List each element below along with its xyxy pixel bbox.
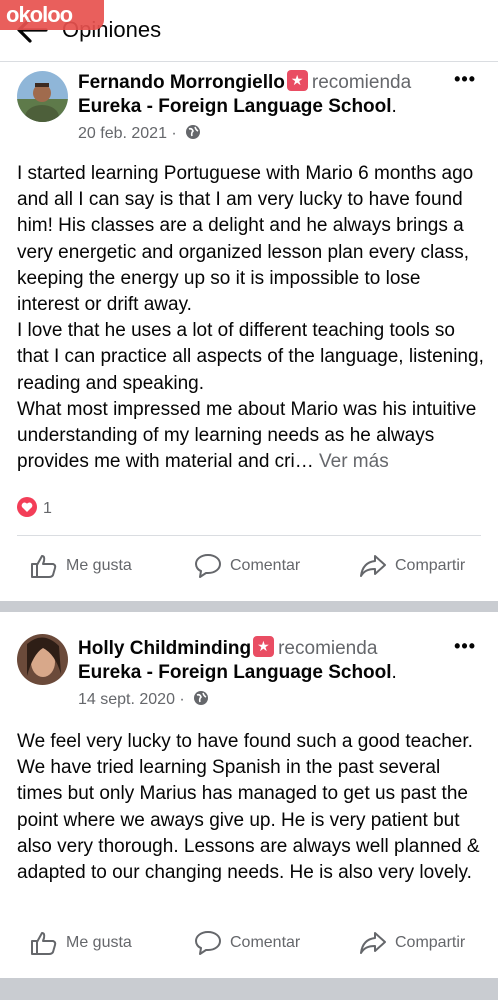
like-label: Me gusta	[66, 557, 132, 574]
watermark-logo: okoloo	[0, 0, 104, 30]
review-paragraph-text: What most impressed me about Mario was h…	[17, 398, 477, 473]
share-button[interactable]: Compartir	[359, 923, 465, 963]
action-bar: Me gusta Comentar Compartir	[0, 923, 498, 963]
more-options-icon[interactable]: •••	[454, 69, 476, 90]
review-text: We feel very lucky to have found such a …	[17, 729, 487, 886]
review-paragraph: What most impressed me about Mario was h…	[17, 397, 487, 476]
share-icon	[360, 932, 386, 954]
post-date[interactable]: 14 sept. 2020	[78, 691, 175, 708]
comment-icon	[195, 554, 221, 578]
divider	[17, 535, 481, 536]
globe-icon	[194, 691, 209, 705]
review-paragraph: I love that he uses a lot of different t…	[17, 320, 484, 394]
share-label: Compartir	[395, 934, 466, 951]
author-name[interactable]: Fernando Morrongiello	[78, 72, 285, 93]
like-button[interactable]: Me gusta	[30, 923, 132, 963]
thumbs-up-icon	[31, 932, 57, 955]
page-name-line: Eureka - Foreign Language School.	[78, 662, 397, 683]
page-name-link[interactable]: Eureka - Foreign Language School	[78, 96, 392, 117]
recommend-icon	[253, 636, 275, 657]
reaction-summary[interactable]: 1	[17, 497, 52, 519]
review-paragraph: I started learning Portuguese with Mario…	[17, 163, 474, 316]
share-button[interactable]: Compartir	[359, 546, 465, 586]
post-header: Fernando Morrongiello recomienda	[78, 70, 411, 95]
comment-label: Comentar	[230, 934, 301, 951]
post-separator	[0, 978, 498, 1000]
top-bar: Opiniones okoloo	[0, 0, 498, 62]
page-name-link[interactable]: Eureka - Foreign Language School	[78, 662, 392, 683]
reaction-count: 1	[43, 500, 52, 517]
see-more-link[interactable]: Ver más	[319, 451, 389, 472]
comment-label: Comentar	[230, 557, 301, 574]
like-label: Me gusta	[66, 934, 132, 951]
post-separator	[0, 601, 498, 612]
avatar[interactable]	[17, 71, 68, 122]
author-name[interactable]: Holly Childminding	[78, 638, 251, 659]
love-reaction-icon	[17, 497, 37, 517]
thumbs-up-icon	[31, 555, 57, 578]
review-paragraph: We feel very lucky to have found such a …	[17, 731, 480, 884]
share-icon	[360, 555, 386, 577]
more-options-icon[interactable]: •••	[454, 636, 476, 657]
post-date[interactable]: 20 feb. 2021	[78, 125, 167, 142]
post-meta: 14 sept. 2020 ·	[78, 690, 209, 709]
review-text: I started learning Portuguese with Mario…	[17, 161, 487, 475]
page-name-line: Eureka - Foreign Language School.	[78, 96, 397, 117]
globe-icon	[186, 125, 201, 139]
comment-button[interactable]: Comentar	[194, 546, 300, 586]
like-button[interactable]: Me gusta	[30, 546, 132, 586]
review-post: Fernando Morrongiello recomienda Eureka -…	[0, 63, 498, 603]
post-meta: 20 feb. 2021 ·	[78, 124, 201, 143]
action-bar: Me gusta Comentar Compartir	[0, 546, 498, 586]
recommend-label: recomienda	[311, 72, 412, 93]
avatar[interactable]	[17, 634, 68, 685]
recommend-icon	[286, 70, 308, 91]
comment-button[interactable]: Comentar	[194, 923, 300, 963]
review-post: Holly Childminding recomienda Eureka - Fo…	[0, 612, 498, 978]
comment-icon	[195, 931, 221, 955]
post-header: Holly Childminding recomienda	[78, 636, 377, 661]
share-label: Compartir	[395, 557, 466, 574]
recommend-label: recomienda	[278, 638, 378, 659]
